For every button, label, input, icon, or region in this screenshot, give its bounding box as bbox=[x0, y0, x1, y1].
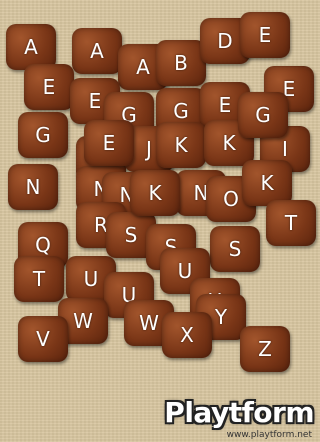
playtform-watermark: Playtform www.playtform.net bbox=[164, 396, 318, 440]
letter-tile[interactable]: E bbox=[84, 120, 134, 166]
letter-tile[interactable]: S bbox=[210, 226, 260, 272]
letter-tile[interactable]: G bbox=[238, 92, 288, 138]
game-board: AAABDEEEGGEEGHJKKINNNNOKQRSSSTTUUUUWWYXV… bbox=[0, 0, 320, 380]
letter-tile[interactable]: T bbox=[14, 256, 64, 302]
letter-tile[interactable]: B bbox=[156, 40, 206, 86]
letter-tile[interactable]: N bbox=[8, 164, 58, 210]
letter-tile[interactable]: K bbox=[130, 170, 180, 216]
letter-tile[interactable]: K bbox=[156, 122, 206, 168]
letter-tile[interactable]: G bbox=[18, 112, 68, 158]
letter-tile[interactable]: Z bbox=[240, 326, 290, 372]
watermark-brand: Playtform bbox=[164, 396, 314, 429]
letter-tile[interactable]: T bbox=[266, 200, 316, 246]
letter-tile[interactable]: E bbox=[240, 12, 290, 58]
watermark-url: www.playtform.net bbox=[226, 430, 312, 440]
letter-tile[interactable]: E bbox=[24, 64, 74, 110]
letter-tile[interactable]: V bbox=[18, 316, 68, 362]
letter-tile[interactable]: A bbox=[72, 28, 122, 74]
letter-tile[interactable]: X bbox=[162, 312, 212, 358]
